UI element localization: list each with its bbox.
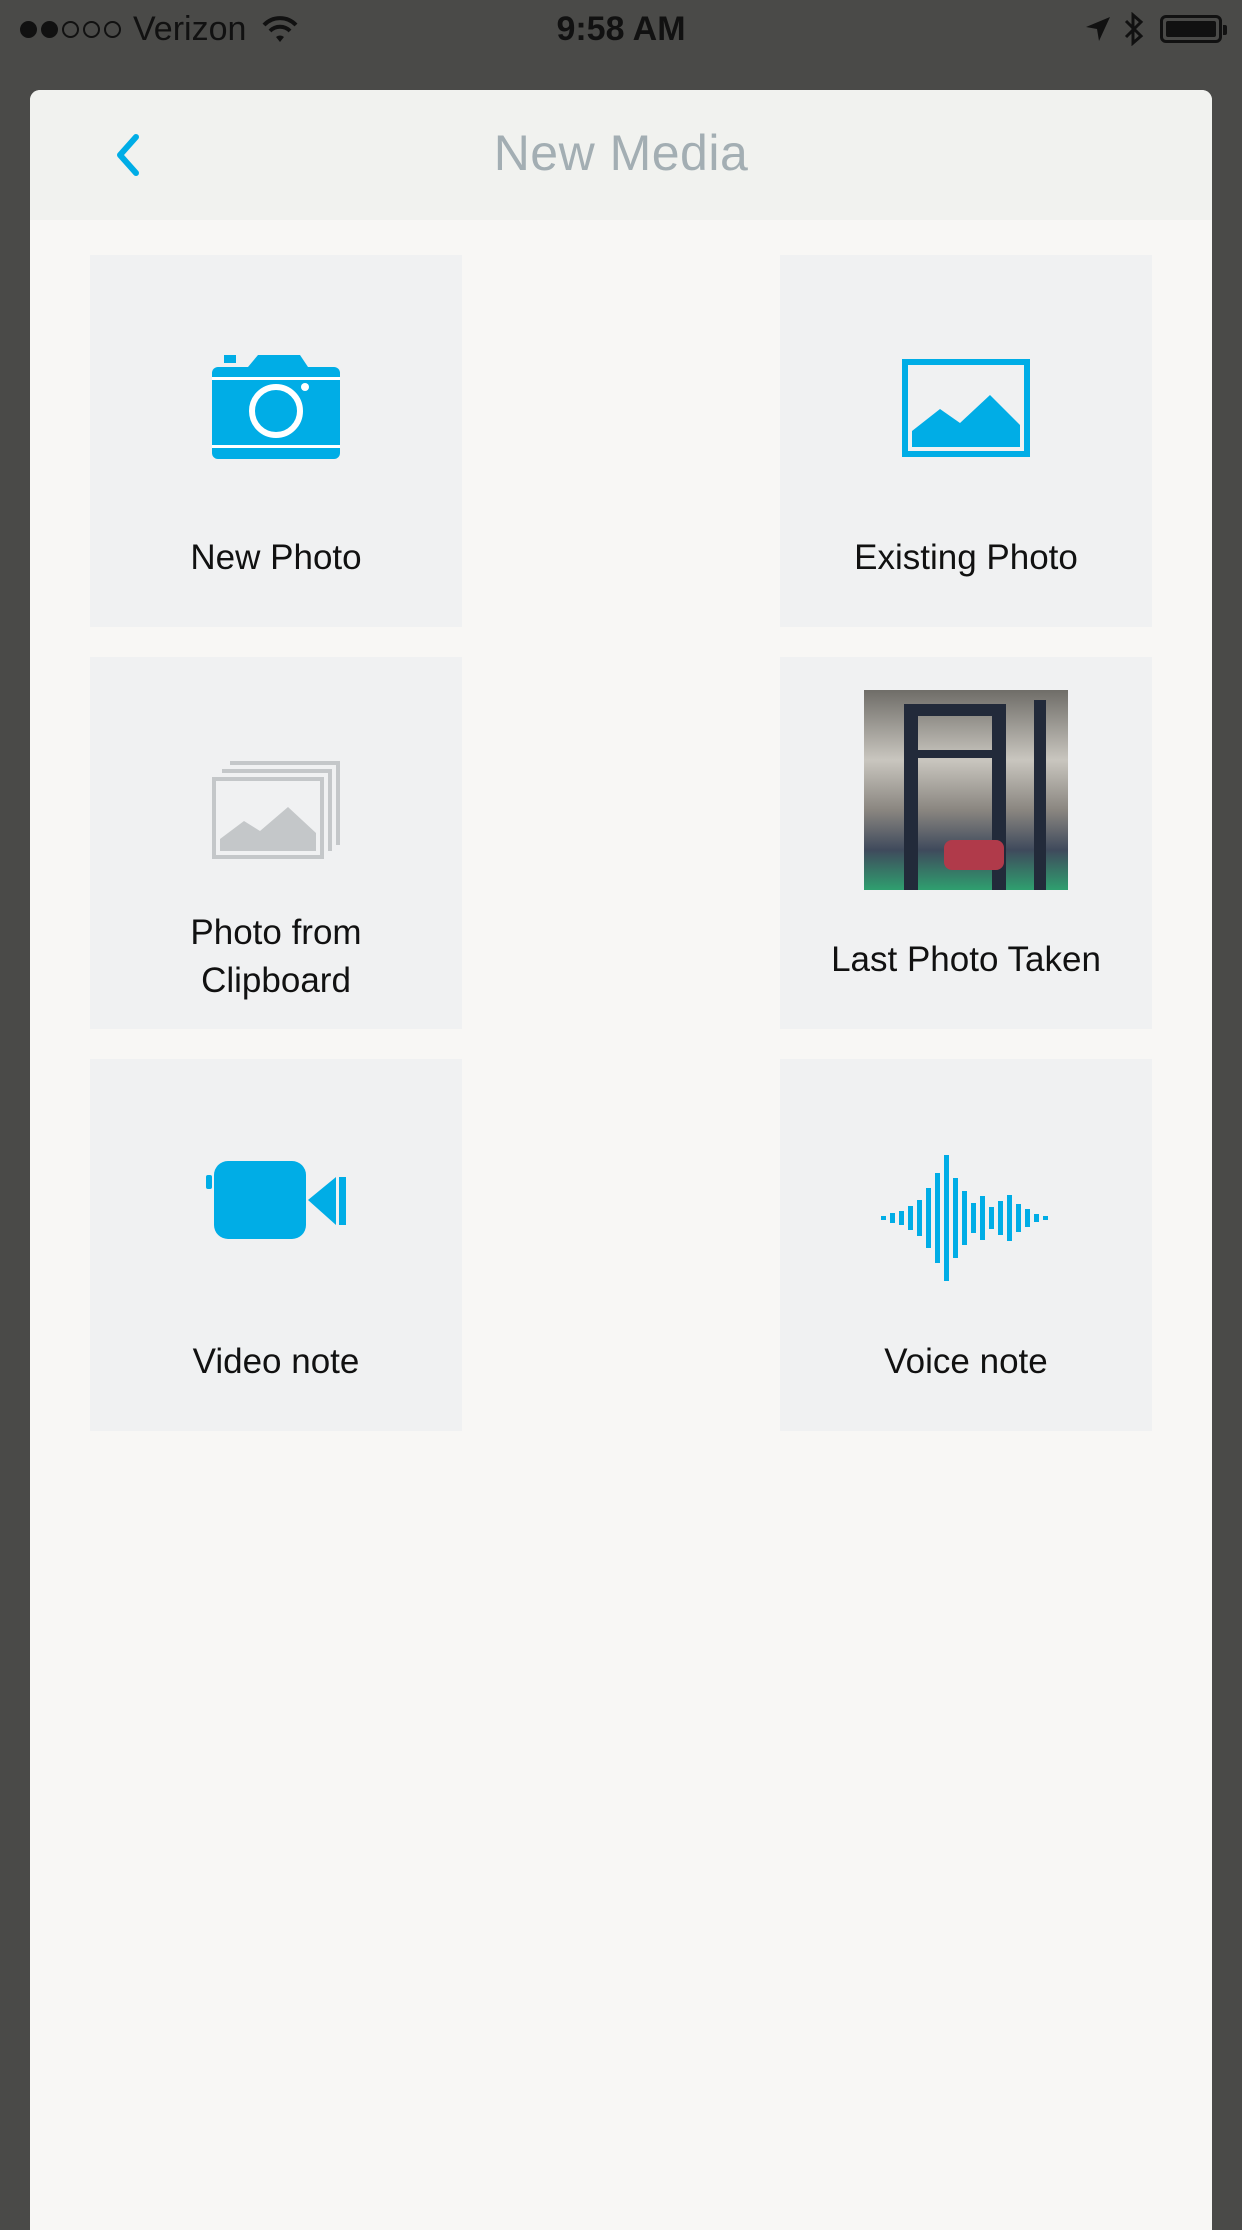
photo-from-clipboard-button[interactable]: Photo from Clipboard [90, 657, 462, 1029]
camera-icon [212, 355, 340, 459]
existing-photo-button[interactable]: Existing Photo [780, 255, 1152, 627]
voice-note-button[interactable]: Voice note [780, 1059, 1152, 1431]
battery-icon [1160, 15, 1227, 43]
image-icon [902, 359, 1030, 457]
video-camera-icon [206, 1161, 346, 1239]
bluetooth-icon [1124, 12, 1144, 46]
status-time: 9:58 AM [556, 10, 686, 48]
tile-label: Video note [192, 1342, 360, 1381]
last-photo-taken-button[interactable]: Last Photo Taken [780, 657, 1152, 1029]
page-title: New Media [493, 125, 749, 181]
video-note-button[interactable]: Video note [90, 1059, 462, 1431]
clipboard-images-icon [212, 761, 340, 859]
status-indicators [1084, 12, 1227, 46]
waveform-icon [881, 1155, 1048, 1281]
location-arrow-icon [1086, 17, 1110, 41]
new-media-sheet: New Media New Photo Existing Photo Photo… [30, 90, 1212, 2230]
tile-label: New Photo [190, 538, 362, 577]
tile-label-line: Photo from [190, 913, 362, 952]
sheet-header: New Media [30, 90, 1212, 220]
tile-label: Photo from Clipboard [90, 909, 462, 1005]
photo-thumbnail [864, 690, 1068, 890]
new-photo-button[interactable]: New Photo [90, 255, 462, 627]
tile-label: Last Photo Taken [831, 940, 1101, 979]
tile-label-line: Clipboard [201, 961, 351, 1000]
tile-label: Existing Photo [854, 538, 1078, 577]
status-bar: Verizon 9:58 AM [0, 0, 1242, 60]
tile-label: Voice note [884, 1342, 1048, 1381]
